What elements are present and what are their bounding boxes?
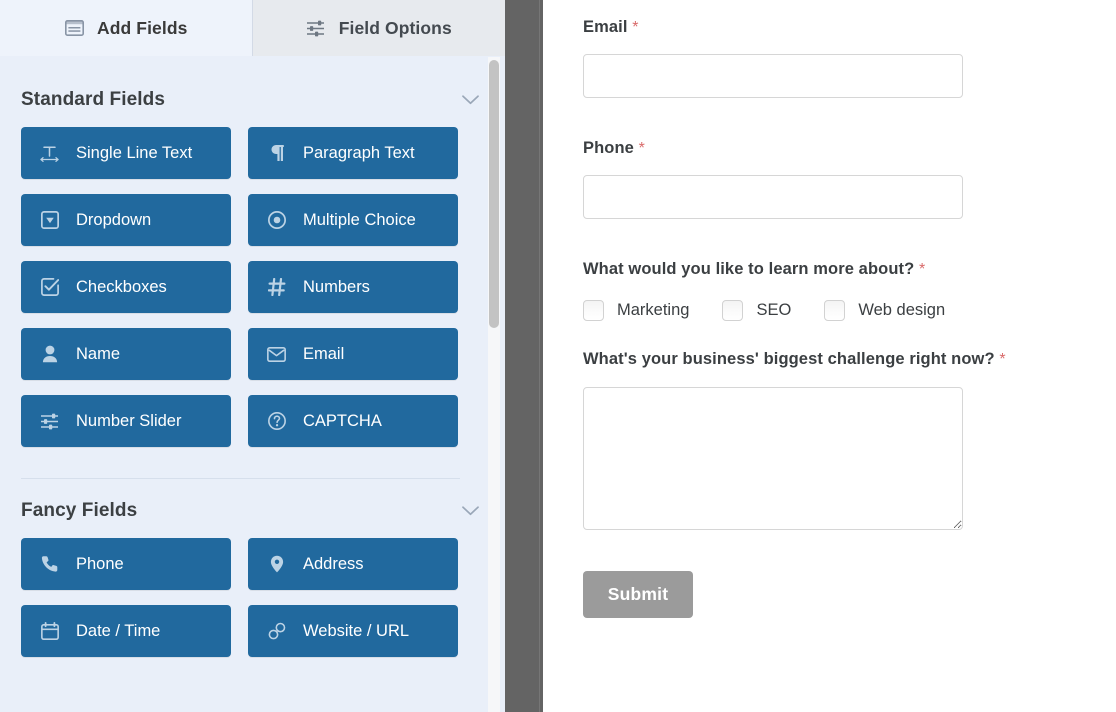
add-fields-panel: Add Fields Field Options Standard Fields… [0,0,505,712]
field-button-label: Checkboxes [76,277,167,296]
field-button-paragraph-text[interactable]: Paragraph Text [248,127,458,179]
preview-field-email[interactable]: Email * [583,18,1116,98]
field-button-label: Website / URL [303,621,410,640]
submit-button[interactable]: Submit [583,571,693,619]
fancy-fields-grid: Phone Address Date / Time Website / URL [0,538,505,657]
field-button-checkboxes[interactable]: Checkboxes [21,261,231,313]
field-button-label: Number Slider [76,411,182,430]
checkbox-label: SEO [756,301,792,320]
field-button-label: Address [303,554,364,573]
field-button-label: Dropdown [76,210,152,229]
preview-field-challenge[interactable]: What's your business' biggest challenge … [583,350,1116,535]
checkbox-icon[interactable] [824,300,846,322]
field-button-label: Single Line Text [76,143,193,162]
field-button-website-url[interactable]: Website / URL [248,605,458,657]
panel-scrollbar[interactable] [488,57,500,712]
tab-add-fields-label: Add Fields [97,17,188,38]
tab-field-options-label: Field Options [338,17,452,38]
field-button-label: Date / Time [76,621,161,640]
calendar-icon [40,622,59,641]
section-header-fancy-fields[interactable]: Fancy Fields [0,484,505,538]
sliders-icon [306,18,326,38]
section-title-standard-fields: Standard Fields [21,89,166,110]
panel-scrollbar-thumb[interactable] [489,60,499,328]
checkbox-option-seo[interactable]: SEO [722,300,792,322]
field-button-single-line-text[interactable]: Single Line Text [21,127,231,179]
phone-icon [40,555,59,574]
field-button-phone[interactable]: Phone [21,538,231,590]
caret-square-down-icon [40,211,59,230]
field-button-label: Multiple Choice [303,210,416,229]
user-icon [40,345,59,364]
fields-scroll-area: Standard Fields Single Line Text Paragra… [0,56,505,712]
field-button-name[interactable]: Name [21,328,231,380]
email-input[interactable] [583,53,963,98]
field-button-label: Name [76,344,121,363]
field-button-number-slider[interactable]: Number Slider [21,395,231,447]
challenge-textarea[interactable] [583,387,963,531]
check-square-icon [40,278,59,297]
link-icon [267,622,286,641]
panel-divider[interactable] [505,0,543,712]
field-spacer [583,219,1116,260]
required-marker: * [638,139,645,157]
field-spacer [583,321,1116,350]
tab-field-options[interactable]: Field Options [252,0,505,56]
checkbox-icon[interactable] [583,300,604,322]
hashtag-icon [267,278,286,297]
paragraph-icon [267,144,286,163]
preview-field-checkboxes[interactable]: What would you like to learn more about?… [583,260,1116,322]
field-label-text: What would you like to learn more about? [583,259,915,278]
field-label-text: What's your business' biggest challenge … [583,350,995,369]
field-button-label: CAPTCHA [303,411,382,430]
standard-fields-grid: Single Line Text Paragraph Text Dropdown… [0,127,505,447]
required-marker: * [918,260,926,278]
list-panel-icon [64,18,84,38]
question-circle-icon [267,412,286,431]
radio-dot-icon [267,211,286,230]
checkbox-group: Marketing SEO Web design [583,300,1116,322]
field-button-multiple-choice[interactable]: Multiple Choice [248,194,458,246]
chevron-down-icon[interactable] [461,95,479,106]
divider-grip [539,0,540,712]
form-preview: Email * Phone * What would you like to l… [543,0,1116,712]
checkbox-option-marketing[interactable]: Marketing [583,300,690,322]
field-button-numbers[interactable]: Numbers [248,261,458,313]
section-header-standard-fields[interactable]: Standard Fields [0,73,505,127]
form-builder-window: Add Fields Field Options Standard Fields… [0,0,1116,712]
field-button-email[interactable]: Email [248,328,458,380]
field-label: Phone * [583,139,1116,159]
chevron-down-icon[interactable] [461,506,479,517]
checkbox-option-web-design[interactable]: Web design [824,300,946,322]
field-label-text: Phone [583,138,634,157]
field-button-label: Email [303,344,345,363]
sliders-icon [40,412,59,431]
text-width-icon [40,144,59,163]
field-button-date-time[interactable]: Date / Time [21,605,231,657]
checkbox-label: Marketing [617,301,690,320]
required-marker: * [632,19,639,36]
required-marker: * [999,351,1006,369]
field-label: What would you like to learn more about?… [583,260,1116,280]
phone-input[interactable] [583,174,963,219]
field-button-label: Numbers [303,277,370,296]
field-spacer [583,98,1116,139]
field-button-captcha[interactable]: CAPTCHA [248,395,458,447]
field-button-address[interactable]: Address [248,538,458,590]
checkbox-icon[interactable] [722,300,744,322]
field-button-dropdown[interactable]: Dropdown [21,194,231,246]
section-divider [21,478,460,479]
tab-add-fields[interactable]: Add Fields [0,0,253,56]
field-button-label: Phone [76,554,124,573]
section-title-fancy-fields: Fancy Fields [21,500,138,521]
preview-field-phone[interactable]: Phone * [583,139,1116,219]
checkbox-label: Web design [858,301,946,320]
envelope-icon [267,345,286,364]
panel-tabbar: Add Fields Field Options [0,0,505,56]
field-button-label: Paragraph Text [303,143,415,162]
field-label: What's your business' biggest challenge … [583,350,1116,370]
map-marker-icon [267,555,286,574]
field-label-text: Email [583,18,628,36]
field-label: Email * [583,18,1116,38]
